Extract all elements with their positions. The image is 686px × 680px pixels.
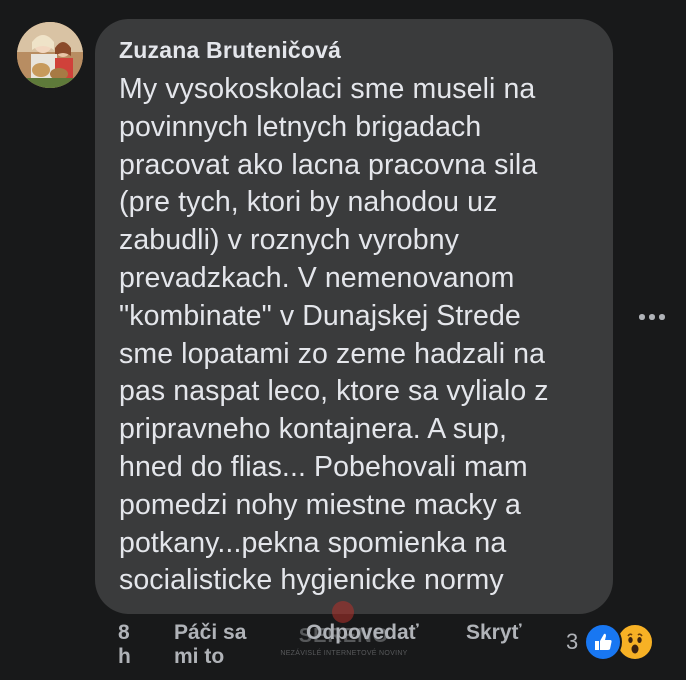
reaction-count: 3 [566,629,579,654]
comment-timestamp[interactable]: 8 h [118,621,144,669]
comment-text: My vysokoskolaci sme museli na povinnych… [119,73,549,597]
comment-bubble: Zuzana Bruteničová My vysokoskolaci sme … [95,19,613,614]
comment-author[interactable]: Zuzana Bruteničová [119,37,593,67]
like-icon [584,623,623,661]
like-button[interactable]: Páči sa mi to [174,621,274,669]
more-dots-icon [649,314,655,320]
avatar-photo [17,22,83,88]
hide-button[interactable]: Skryť [466,621,522,645]
more-options-button[interactable] [633,303,671,331]
avatar[interactable] [17,22,83,88]
reply-button[interactable]: Odpovedať [306,621,419,645]
more-dots-icon [639,314,645,320]
comment-screen: Zuzana Bruteničová My vysokoskolaci sme … [0,0,686,680]
reactions-summary[interactable]: 3 [566,620,655,664]
more-dots-icon [659,314,665,320]
